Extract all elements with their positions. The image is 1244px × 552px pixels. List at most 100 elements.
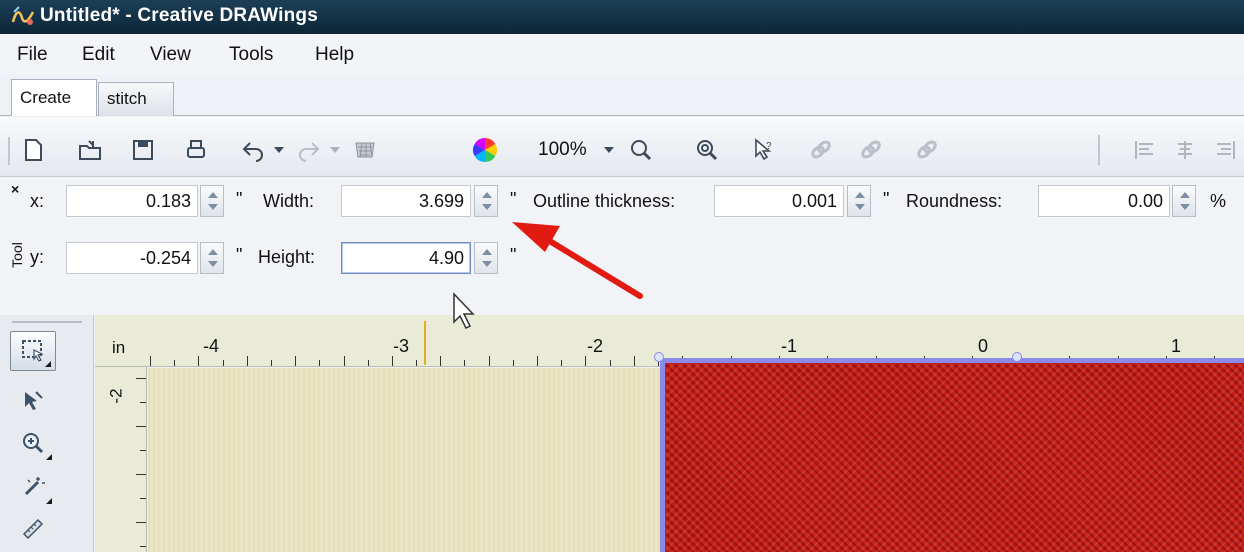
- ruler-icon: [22, 518, 44, 540]
- height-spinner[interactable]: [474, 242, 498, 274]
- flyout-indicator: [46, 454, 52, 460]
- width-unit: ": [510, 189, 517, 209]
- ruler-tick: [295, 356, 297, 366]
- tab-create[interactable]: Create: [11, 79, 97, 116]
- x-label: x:: [30, 191, 45, 211]
- ruler-label: -2: [106, 388, 126, 404]
- ruler-tick: [391, 356, 393, 366]
- menu-edit[interactable]: Edit: [82, 44, 115, 66]
- height-unit: ": [510, 245, 517, 265]
- align-right-icon[interactable]: [1212, 137, 1238, 163]
- open-folder-icon[interactable]: [77, 137, 103, 163]
- title-bar: Untitled* - Creative DRAWings: [0, 0, 1244, 34]
- select-tool[interactable]: [10, 331, 56, 371]
- zoom-in-icon[interactable]: [628, 137, 654, 163]
- ruler-tick: [512, 360, 514, 366]
- svg-text:?: ?: [766, 141, 772, 152]
- selection-handle[interactable]: [654, 352, 664, 362]
- ruler-tick: [488, 356, 490, 366]
- ruler-tick: [537, 356, 538, 366]
- outline-thickness-field[interactable]: 0.001: [714, 185, 844, 217]
- ruler-tick: [136, 522, 146, 523]
- fabric-icon[interactable]: [352, 137, 378, 163]
- node-edit-tool[interactable]: [10, 381, 56, 421]
- x-spinner[interactable]: [200, 185, 224, 217]
- link-icon[interactable]: [914, 137, 940, 163]
- ruler-tick: [440, 356, 442, 366]
- print-icon[interactable]: [183, 137, 209, 163]
- ruler-tick: [585, 356, 587, 366]
- new-document-icon[interactable]: [20, 137, 46, 163]
- ruler-label: -1: [781, 336, 798, 356]
- y-label: y:: [30, 247, 45, 267]
- selection-handle[interactable]: [1012, 352, 1022, 362]
- cursor-position-marker: [424, 321, 426, 365]
- redo-dropdown-icon[interactable]: [330, 147, 340, 153]
- toolbox: [0, 315, 94, 552]
- zoom-dropdown-icon[interactable]: [604, 147, 614, 153]
- ruler-label: -4: [203, 336, 220, 356]
- ruler-tick: [416, 360, 418, 366]
- width-label: Width:: [263, 191, 315, 211]
- menu-help[interactable]: Help: [315, 44, 354, 66]
- menu-tools[interactable]: Tools: [229, 44, 273, 66]
- y-spinner[interactable]: [200, 242, 224, 274]
- app-logo-icon: [11, 6, 35, 25]
- menu-view[interactable]: View: [150, 44, 191, 66]
- width-spinner[interactable]: [474, 185, 498, 217]
- magnifier-icon: [23, 433, 44, 454]
- ruler-tick: [343, 356, 345, 366]
- roundness-spinner[interactable]: [1172, 185, 1196, 217]
- height-field[interactable]: 4.90: [341, 242, 471, 274]
- tool-properties-panel: × Tool x: 0.183 " Width: 3.699 " Outline…: [0, 177, 1244, 315]
- magic-wand-icon: [24, 477, 45, 496]
- align-center-icon[interactable]: [1172, 137, 1198, 163]
- undo-dropdown-icon[interactable]: [274, 147, 284, 153]
- undo-icon[interactable]: [240, 137, 266, 163]
- toolbox-grip[interactable]: [12, 321, 82, 324]
- ruler-tick: [464, 360, 466, 366]
- toolbar-grip[interactable]: [1098, 135, 1101, 165]
- ruler-unit: in: [112, 338, 126, 357]
- x-field[interactable]: 0.183: [66, 185, 198, 217]
- ruler-label: -3: [393, 336, 410, 356]
- ruler-tick: [150, 356, 151, 366]
- zoom-fit-icon[interactable]: [694, 137, 720, 163]
- x-unit: ": [236, 189, 243, 209]
- roundness-unit: %: [1210, 191, 1227, 211]
- ruler-tick: [140, 450, 146, 451]
- redo-icon[interactable]: [296, 137, 322, 163]
- zoom-level[interactable]: 100%: [538, 139, 587, 161]
- ruler-tick: [319, 360, 321, 366]
- selected-rectangle-shape[interactable]: [660, 358, 1244, 552]
- magic-wand-tool[interactable]: [10, 467, 56, 507]
- zoom-tool[interactable]: [10, 423, 56, 463]
- panel-gutter: × Tool: [0, 177, 28, 315]
- ruler-tick: [198, 356, 200, 366]
- toolbar-grip[interactable]: [8, 137, 11, 165]
- width-field[interactable]: 3.699: [341, 185, 471, 217]
- color-wheel-icon[interactable]: [472, 137, 498, 163]
- tab-stitch[interactable]: stitch: [98, 82, 174, 116]
- ruler-tick: [136, 426, 146, 427]
- ruler-tick: [136, 378, 146, 379]
- selection-icon: [22, 340, 44, 362]
- close-icon[interactable]: ×: [11, 181, 19, 197]
- ruler-label: -2: [587, 336, 604, 356]
- ruler-tick: [140, 402, 146, 403]
- outline-thickness-unit: ": [883, 189, 890, 209]
- ruler-tick: [174, 360, 176, 366]
- help-pointer-icon[interactable]: ?: [751, 137, 777, 163]
- menu-bar: File Edit View Tools Help: [0, 34, 1244, 74]
- save-icon[interactable]: [130, 137, 156, 163]
- ruler-tick: [140, 498, 146, 499]
- menu-file[interactable]: File: [17, 44, 48, 66]
- outline-thickness-spinner[interactable]: [847, 185, 871, 217]
- align-left-icon[interactable]: [1132, 137, 1158, 163]
- measure-tool[interactable]: [10, 509, 56, 549]
- link-icon[interactable]: [858, 137, 884, 163]
- link-icon[interactable]: [808, 137, 834, 163]
- outline-thickness-label: Outline thickness:: [533, 191, 676, 211]
- roundness-field[interactable]: 0.00: [1038, 185, 1170, 217]
- y-field[interactable]: -0.254: [66, 242, 198, 274]
